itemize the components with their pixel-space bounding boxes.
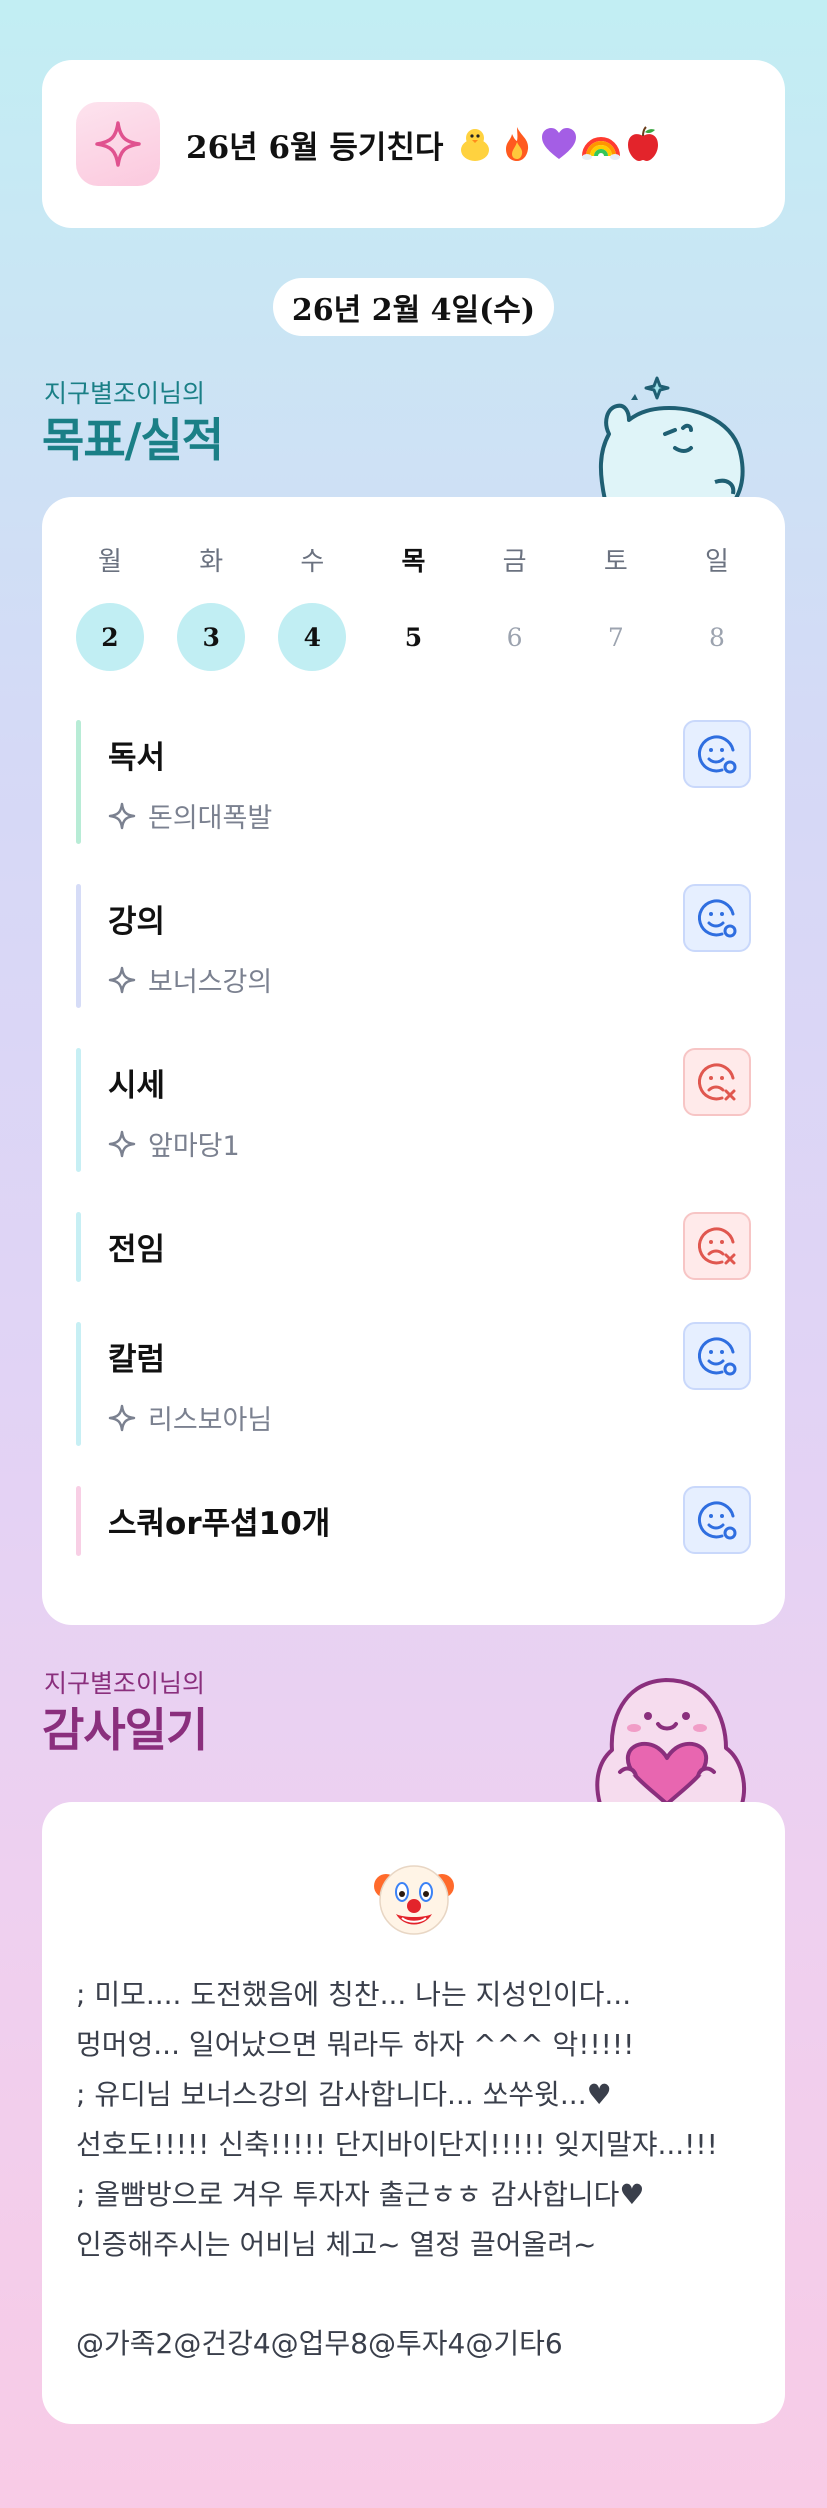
day-selector: 2 3 4 5 6 7 8 [76,603,751,671]
goal-status-success[interactable] [683,884,751,952]
goal-status-success[interactable] [683,720,751,788]
goal-item[interactable]: 전임 [76,1212,751,1282]
goal-status-success[interactable] [683,1486,751,1554]
date-label: 26년 2월 4일(수) [291,293,536,328]
mascot-heart-icon [595,1678,747,1804]
rainbow-icon [582,137,621,160]
diary-line: ; 유디님 보너스강의 감사합니다... 쏘쑤윗...♥ [76,2078,612,2111]
date-selector[interactable]: 26년 2월 4일(수) [273,278,554,336]
goal-color-bar [76,884,81,1008]
goal-detail: 돈의대폭발 [148,803,273,834]
goals-card: 월 화 수 목 금 토 일 2 3 4 5 6 7 8 독서 돈의대폭발 강의 … [42,497,785,1625]
banner-title: 26년 6월 등기친다 [186,129,444,166]
day-cell[interactable]: 3 [177,603,246,671]
goals-title: 목표/실적 [42,413,224,467]
clown-face-icon [374,1865,454,1935]
sad-cross-icon [698,1063,736,1101]
weekday-label: 화 [199,547,224,577]
mascot-wave-icon [598,376,745,500]
goal-name: 전임 [108,1232,166,1268]
day-cell-today[interactable]: 5 [379,603,447,671]
diary-line: 멍머엉... 일어났으면 뭐라두 하자 ^^^ 악!!!!! [76,2028,635,2061]
goal-item[interactable]: 칼럼 리스보아님 [76,1322,751,1446]
diary-line: 선호도!!!!! 신축!!!!! 단지바이단지!!!!! 잊지말쟈...!!! [76,2128,718,2161]
sparkle-outline-icon [108,1130,136,1157]
sad-cross-icon [698,1227,736,1265]
goal-name: 시세 [108,1068,166,1104]
goal-item[interactable]: 독서 돈의대폭발 [76,720,751,844]
fire-icon [506,127,529,161]
goal-name: 독서 [108,740,166,776]
smile-check-icon [698,1337,737,1376]
smile-check-icon [698,899,737,938]
goal-color-bar [76,1322,81,1446]
smile-check-icon [698,735,737,774]
diary-content: ; 미모.... 도전했음에 칭찬... 나는 지성인이다... 멍머엉... 일… [76,1970,755,2270]
day-cell[interactable]: 7 [582,603,650,671]
goal-status-fail[interactable] [683,1048,751,1116]
weekday-label: 금 [502,547,527,577]
goal-color-bar [76,1486,81,1556]
goal-item[interactable]: 스쿼or푸셥10개 [76,1486,751,1556]
goal-color-bar [76,1048,81,1172]
goal-status-success[interactable] [683,1322,751,1390]
goal-banner: 26년 6월 등기친다 [42,60,785,228]
goal-detail: 앞마당1 [148,1131,240,1162]
diary-title: 감사일기 [42,1703,208,1757]
day-cell[interactable]: 6 [481,603,549,671]
goal-color-bar [76,720,81,844]
goal-name: 칼럼 [108,1342,166,1378]
sparkle-icon [76,102,160,186]
goal-name: 스쿼or푸셥10개 [108,1506,331,1542]
apple-icon [628,126,659,161]
diary-line: 인증해주시는 어비님 체고~ 열정 끌어올려~ [76,2228,597,2261]
sparkle-outline-icon [108,966,136,993]
diary-line: ; 미모.... 도전했음에 칭찬... 나는 지성인이다... [76,1978,632,2011]
goal-item[interactable]: 시세 앞마당1 [76,1048,751,1172]
chick-icon [461,129,490,161]
goal-color-bar [76,1212,81,1282]
diary-line: ; 올빰방으로 겨우 투자자 출근ㅎㅎ 감사합니다♥ [76,2178,645,2211]
sparkle-outline-icon [108,802,136,829]
weekday-label: 월 [98,547,122,577]
sparkle-outline-icon [108,1404,136,1431]
gratitude-diary-card: ; 미모.... 도전했음에 칭찬... 나는 지성인이다... 멍머엉... 일… [42,1802,785,2424]
weekday-label: 수 [300,547,325,577]
goal-detail: 리스보아님 [148,1405,273,1436]
weekday-label: 토 [603,547,628,577]
goal-item[interactable]: 강의 보너스강의 [76,884,751,1008]
day-cell[interactable]: 2 [76,603,144,671]
goal-status-fail[interactable] [683,1212,751,1280]
goal-name: 강의 [108,904,166,940]
day-cell[interactable]: 4 [278,603,347,671]
weekday-label-today: 목 [401,547,426,577]
purple-heart-icon [542,128,577,159]
diary-tags: @가족2@건강4@업무8@투자4@기타6 [76,2327,563,2360]
weekday-label: 일 [704,547,729,577]
smile-check-icon [698,1501,737,1540]
goal-detail: 보너스강의 [148,967,273,998]
weekday-header: 월 화 수 목 금 토 일 [76,541,751,578]
day-cell[interactable]: 8 [683,603,751,671]
